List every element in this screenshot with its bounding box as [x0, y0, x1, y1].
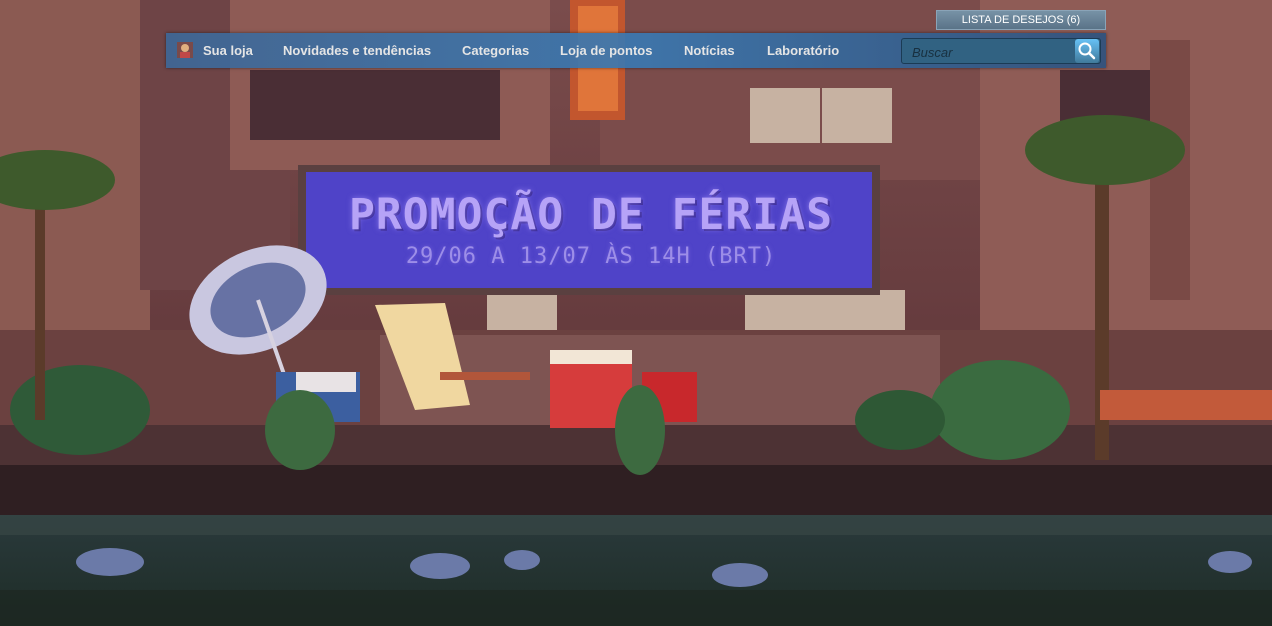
nav-news[interactable]: Notícias: [684, 33, 735, 68]
nav-points-shop[interactable]: Loja de pontos: [560, 33, 652, 68]
nav-your-store[interactable]: Sua loja: [203, 33, 253, 68]
search-input[interactable]: [910, 41, 1074, 63]
user-avatar-icon: [177, 42, 193, 58]
sale-dates: 29/06 A 13/07 ÀS 14H (BRT): [405, 244, 777, 269]
nav-new-and-noteworthy[interactable]: Novidades e tendências: [283, 33, 431, 68]
nav-categories[interactable]: Categorias: [462, 33, 529, 68]
search-button[interactable]: [1075, 39, 1099, 63]
holiday-sale-background: [0, 0, 1272, 626]
nav-labs[interactable]: Laboratório: [767, 33, 839, 68]
search-icon: [1078, 42, 1096, 60]
sale-title: PROMOÇÃO DE FÉRIAS: [349, 190, 833, 240]
search-box: [901, 38, 1101, 64]
wishlist-button[interactable]: LISTA DE DESEJOS (6): [936, 10, 1106, 30]
